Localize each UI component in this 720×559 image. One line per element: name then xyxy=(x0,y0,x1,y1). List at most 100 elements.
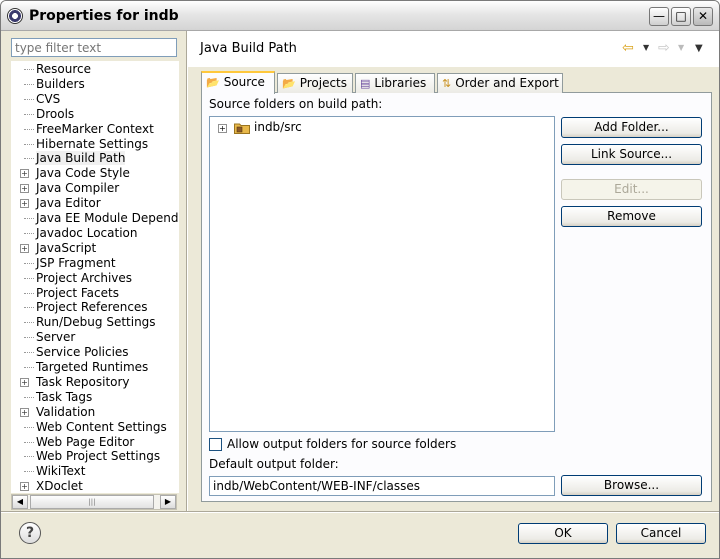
tree-item[interactable]: + Validation xyxy=(11,405,179,420)
title-bar[interactable]: Properties for indb — □ ✕ xyxy=(1,1,719,31)
tree-connector xyxy=(24,396,34,398)
tree-item-label: Javadoc Location xyxy=(36,225,138,240)
tree-item[interactable]: Hibernate Settings xyxy=(11,137,179,152)
source-folder-label: indb/src xyxy=(254,120,302,134)
tree-item[interactable]: + XDoclet xyxy=(11,479,179,493)
add-folder-button[interactable]: Add Folder... xyxy=(561,117,702,138)
tree-item[interactable]: CVS xyxy=(11,92,179,107)
tree-item-label: WikiText xyxy=(36,464,86,479)
source-folders-list[interactable]: + indb/src xyxy=(209,116,555,432)
cancel-button[interactable]: Cancel xyxy=(616,523,706,544)
browse-button[interactable]: Browse... xyxy=(561,475,702,496)
tree-item[interactable]: Service Policies xyxy=(11,345,179,360)
tree-item[interactable]: Resource xyxy=(11,62,179,77)
tree-item-label: Service Policies xyxy=(36,345,129,360)
forward-arrow-icon[interactable]: ⇨ xyxy=(658,40,670,56)
tree-horizontal-scrollbar[interactable]: ◀ ||| ▶ xyxy=(11,494,177,510)
tree-item[interactable]: Run/Debug Settings xyxy=(11,315,179,330)
tree-item-label: Task Repository xyxy=(36,374,130,389)
tree-connector xyxy=(24,441,34,443)
tree-item[interactable]: Builders xyxy=(11,77,179,92)
tree-item[interactable]: WikiText xyxy=(11,464,179,479)
tree-item[interactable]: Javadoc Location xyxy=(11,226,179,241)
tree-item-label: Resource xyxy=(36,62,92,76)
remove-button[interactable]: Remove xyxy=(561,206,702,227)
tree-item-label: Validation xyxy=(36,404,96,419)
tree-item[interactable]: Server xyxy=(11,330,179,345)
tree-connector xyxy=(24,367,34,368)
tab-source[interactable]: 📂 Source xyxy=(201,71,275,94)
tree-item-label: Java EE Module Depende xyxy=(36,211,179,225)
tree-item[interactable]: Targeted Runtimes xyxy=(11,360,179,375)
expand-icon[interactable]: + xyxy=(20,377,29,387)
tree-item[interactable]: Task Tags xyxy=(11,390,179,405)
tree-item[interactable]: Web Project Settings xyxy=(11,449,179,464)
tab-projects-label: Projects xyxy=(299,76,348,90)
scroll-left-button[interactable]: ◀ xyxy=(12,495,28,509)
ok-button[interactable]: OK xyxy=(518,523,608,544)
expand-icon[interactable]: + xyxy=(20,184,29,194)
tree-item[interactable]: Drools xyxy=(11,107,179,122)
forward-dropdown-icon[interactable]: ▼ xyxy=(678,43,684,52)
default-output-folder-field[interactable]: indb/WebContent/WEB-INF/classes xyxy=(209,476,555,496)
maximize-button[interactable]: □ xyxy=(671,7,691,26)
view-menu-icon[interactable]: ▼ xyxy=(695,43,703,54)
expand-icon[interactable]: + xyxy=(20,407,29,417)
tree-item[interactable]: Project Archives xyxy=(11,271,179,286)
tree-item-label: JSP Fragment xyxy=(36,255,116,270)
tree-item[interactable]: Project Facets xyxy=(11,286,179,301)
tree-item[interactable]: + Java Compiler xyxy=(11,181,179,196)
tree-item[interactable]: FreeMarker Context xyxy=(11,122,179,137)
allow-output-folders-checkbox[interactable] xyxy=(209,438,222,451)
edit-button[interactable]: Edit... xyxy=(561,179,702,200)
tree-item[interactable]: Java Build Path xyxy=(11,151,179,166)
tree-item[interactable]: + Java Editor xyxy=(11,196,179,211)
tree-item-label: Web Project Settings xyxy=(36,449,161,464)
tree-item[interactable]: Web Page Editor xyxy=(11,435,179,450)
tab-libraries[interactable]: ▤ Libraries xyxy=(355,73,435,93)
tree-connector xyxy=(24,307,34,309)
link-source-button[interactable]: Link Source... xyxy=(561,144,702,165)
tree-connector xyxy=(24,292,34,294)
expand-icon[interactable]: + xyxy=(20,243,29,253)
expand-icon[interactable]: + xyxy=(20,169,29,179)
pane-divider[interactable] xyxy=(186,31,188,511)
maximize-icon: □ xyxy=(675,9,687,23)
tree-item[interactable]: + JavaScript xyxy=(11,241,179,256)
close-button[interactable]: ✕ xyxy=(693,7,713,26)
minimize-icon: — xyxy=(653,9,665,23)
tab-libraries-label: Libraries xyxy=(374,76,427,90)
tree-connector xyxy=(24,426,34,428)
tree-connector xyxy=(24,69,34,70)
property-tree: Resource Builders CVS Drools FreeMarker Cont… xyxy=(11,61,179,493)
scroll-right-button[interactable]: ▶ xyxy=(160,495,176,509)
tree-item[interactable]: Project References xyxy=(11,300,179,315)
back-arrow-icon[interactable]: ⇦ xyxy=(622,40,634,56)
tree-connector xyxy=(24,98,34,100)
footer-divider xyxy=(1,511,719,513)
tree-item[interactable]: + Java Code Style xyxy=(11,166,179,181)
tree-item-label: JavaScript xyxy=(36,240,97,255)
tree-connector xyxy=(24,83,34,85)
tab-projects[interactable]: 📂 Projects xyxy=(277,73,353,93)
tree-item[interactable]: Java EE Module Depende xyxy=(11,211,179,226)
tab-order-and-export[interactable]: ⇅ Order and Export xyxy=(437,73,563,93)
expand-icon[interactable]: + xyxy=(218,124,227,133)
help-icon[interactable]: ? xyxy=(19,522,41,544)
filter-input[interactable] xyxy=(11,38,177,57)
tree-item[interactable]: JSP Fragment xyxy=(11,256,179,271)
tree-item-label: Java Code Style xyxy=(36,166,130,181)
scroll-thumb[interactable]: ||| xyxy=(30,495,154,509)
tree-item-label: Builders xyxy=(36,76,85,91)
expand-icon[interactable]: + xyxy=(20,482,29,492)
properties-dialog: Properties for indb — □ ✕ ResourceBuilde… xyxy=(0,0,720,559)
back-dropdown-icon[interactable]: ▼ xyxy=(643,43,649,52)
tree-item-label: Java Compiler xyxy=(36,181,120,196)
tree-item[interactable]: Web Content Settings xyxy=(11,420,179,435)
expand-icon[interactable]: + xyxy=(20,199,29,209)
minimize-button[interactable]: — xyxy=(649,7,669,26)
tree-item-label: FreeMarker Context xyxy=(36,121,154,136)
tree-item[interactable]: + Task Repository xyxy=(11,375,179,390)
arrow-right-icon: ▶ xyxy=(164,497,172,506)
tree-connector xyxy=(24,322,34,324)
